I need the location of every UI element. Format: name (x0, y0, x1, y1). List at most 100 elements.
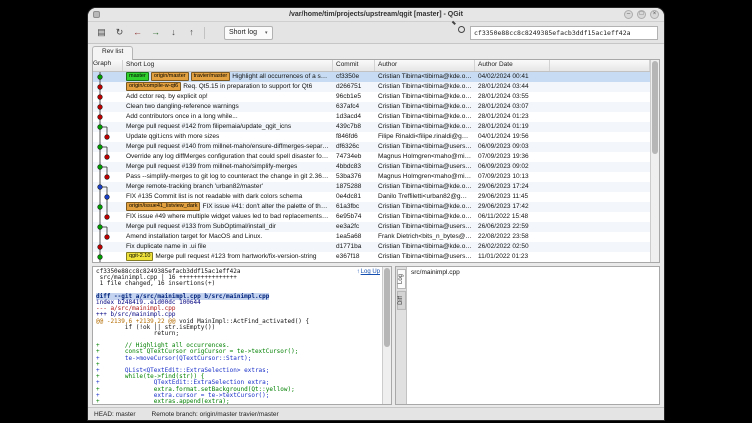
date-cell: 29/06/2023 17:24 (475, 182, 550, 192)
table-scrollbar[interactable] (650, 60, 659, 262)
table-row[interactable]: FIX issue #49 where multiple widget valu… (93, 212, 650, 222)
date-cell: 04/02/2024 00:41 (475, 72, 550, 82)
titlebar[interactable]: /var/home/tim/projects/upstream/qgit [ma… (88, 8, 664, 22)
toolbar-icons: ▤↻←→↓↑ (94, 25, 199, 40)
commit-cell: ee3a2fc (333, 222, 375, 232)
author-cell: Danilo Treffiletti<urban82@gmail... (375, 192, 475, 202)
older-commit-icon[interactable]: ↓ (166, 25, 181, 40)
commit-cell: e367f18 (333, 252, 375, 262)
graph-cell (93, 222, 123, 232)
commit-cell: d266751 (333, 82, 375, 92)
table-row[interactable]: origin/compile-w-qt6Req. Qt5.15 in prepa… (93, 82, 650, 92)
shortlog-text: FIX issue #49 where multiple widget valu… (126, 213, 333, 220)
table-row[interactable]: masterorigin/mastertravier/masterHighlig… (93, 72, 650, 82)
filler-cell (550, 252, 650, 262)
shortlog-cell: Merge pull request #142 from filipemaia/… (123, 122, 333, 132)
table-row[interactable]: Merge pull request #139 from millnet-mah… (93, 162, 650, 172)
column-header-graph[interactable]: Graph (93, 60, 123, 71)
column-header-shortlog[interactable]: Short Log (123, 60, 333, 71)
table-row[interactable]: Clean two dangling-reference warnings 63… (93, 102, 650, 112)
author-cell: Cristian Tibirna<tibirna@users.not... (375, 252, 475, 262)
graph-cell (93, 182, 123, 192)
minimize-button[interactable]: – (624, 10, 633, 19)
date-cell: 28/01/2024 03:55 (475, 92, 550, 102)
shortlog-text: FIX #135 Commit list is not readable wit… (126, 193, 302, 200)
window-title: /var/home/tim/projects/upstream/qgit [ma… (88, 11, 664, 18)
column-header-filler (550, 60, 650, 71)
column-header-commit[interactable]: Commit (333, 60, 375, 71)
tab-diff[interactable]: Diff (397, 291, 406, 310)
author-cell: Cristian Tibirna<tibirna@kde.org> (375, 182, 475, 192)
app-icon (93, 11, 100, 18)
date-cell: 07/09/2023 19:36 (475, 152, 550, 162)
open-repo-icon[interactable]: ▤ (94, 25, 109, 40)
commit-cell: 439c7b8 (333, 122, 375, 132)
commit-cell: d1771ba (333, 242, 375, 252)
ref-badge: origin/master (151, 72, 189, 81)
table-row[interactable]: Update qgit.icns with more sizes f846fd6… (93, 132, 650, 142)
log-up-link[interactable]: ↑ Log Up (357, 269, 380, 275)
close-button[interactable]: × (650, 10, 659, 19)
shortlog-cell: Merge remote-tracking branch 'urban82/ma… (123, 182, 333, 192)
table-row[interactable]: Merge pull request #133 from SubOptimal/… (93, 222, 650, 232)
filler-cell (550, 92, 650, 102)
shortlog-cell: FIX #135 Commit list is not readable wit… (123, 192, 333, 202)
date-cell: 28/01/2024 01:19 (475, 122, 550, 132)
table-row[interactable]: Merge pull request #140 from millnet-mah… (93, 142, 650, 152)
maximize-button[interactable]: □ (637, 10, 646, 19)
view-dropdown[interactable]: Short log ▾ (224, 26, 273, 40)
graph-cell (93, 122, 123, 132)
ref-badge: origin/issue41_listview_dark (126, 202, 200, 211)
graph-cell (93, 132, 123, 142)
commit-cell: 53ba376 (333, 172, 375, 182)
shortlog-text: Override any log diffMerges configuratio… (126, 153, 333, 160)
sha-input[interactable] (470, 26, 658, 40)
back-icon[interactable]: ← (130, 25, 145, 40)
tab-rev-list[interactable]: Rev list (92, 46, 133, 60)
graph-cell (93, 202, 123, 212)
table-row[interactable]: origin/issue41_listview_darkFIX issue #4… (93, 202, 650, 212)
file-panel: Log Diff src/mainimpl.cpp (395, 266, 660, 405)
tab-log[interactable]: Log (397, 269, 406, 289)
newer-commit-icon[interactable]: ↑ (184, 25, 199, 40)
filter-button[interactable] (431, 25, 446, 40)
shortlog-cell: Merge pull request #139 from millnet-mah… (123, 162, 333, 172)
graph-cell (93, 192, 123, 202)
table-row[interactable]: Add cctor req. by explicit op! 96cb1e5 C… (93, 92, 650, 102)
table-row[interactable]: Override any log diffMerges configuratio… (93, 152, 650, 162)
diff-scrollbar-thumb[interactable] (384, 268, 390, 347)
table-row[interactable]: FIX #135 Commit list is not readable wit… (93, 192, 650, 202)
diff-scrollbar[interactable] (382, 267, 391, 404)
commit-cell: cf3350e (333, 72, 375, 82)
graph-cell (93, 252, 123, 262)
file-item[interactable]: src/mainimpl.cpp (411, 269, 655, 276)
table-row[interactable]: Pass --simplify-merges to git log to cou… (93, 172, 650, 182)
refresh-icon[interactable]: ↻ (112, 25, 127, 40)
filler-cell (550, 182, 650, 192)
date-cell: 06/09/2023 09:03 (475, 142, 550, 152)
table-scrollbar-thumb[interactable] (652, 61, 658, 154)
table-row[interactable]: qgit-2.10Merge pull request #123 from ha… (93, 252, 650, 262)
filler-cell (550, 242, 650, 252)
search-button[interactable] (449, 25, 464, 40)
author-cell: Cristian Tibirna<tibirna@users.not... (375, 142, 475, 152)
author-cell: Magnus Holmgren<maho@millnet... (375, 152, 475, 162)
column-header-author[interactable]: Author (375, 60, 475, 71)
table-row[interactable]: Merge remote-tracking branch 'urban82/ma… (93, 182, 650, 192)
shortlog-text: Add contributors once in a long while... (126, 113, 238, 120)
column-header-date[interactable]: Author Date (475, 60, 550, 71)
author-cell: Cristian Tibirna<tibirna@kde.org> (375, 102, 475, 112)
author-cell: Frank Dietrich<bits_n_bytes@gmx... (375, 232, 475, 242)
table-row[interactable]: Add contributors once in a long while...… (93, 112, 650, 122)
shortlog-text: Amend installation target for MacOS and … (126, 233, 262, 240)
forward-icon[interactable]: → (148, 25, 163, 40)
table-row[interactable]: Fix duplicate name in .ui file d1771ba C… (93, 242, 650, 252)
author-cell: Cristian Tibirna<tibirna@kde.org> (375, 242, 475, 252)
table-row[interactable]: Merge pull request #142 from filipemaia/… (93, 122, 650, 132)
table-row[interactable]: Amend installation target for MacOS and … (93, 232, 650, 242)
ref-badge: qgit-2.10 (126, 252, 153, 261)
graph-cell (93, 112, 123, 122)
shortlog-cell: Add contributors once in a long while... (123, 112, 333, 122)
graph-cell (93, 102, 123, 112)
shortlog-text: Merge remote-tracking branch 'urban82/ma… (126, 183, 263, 190)
